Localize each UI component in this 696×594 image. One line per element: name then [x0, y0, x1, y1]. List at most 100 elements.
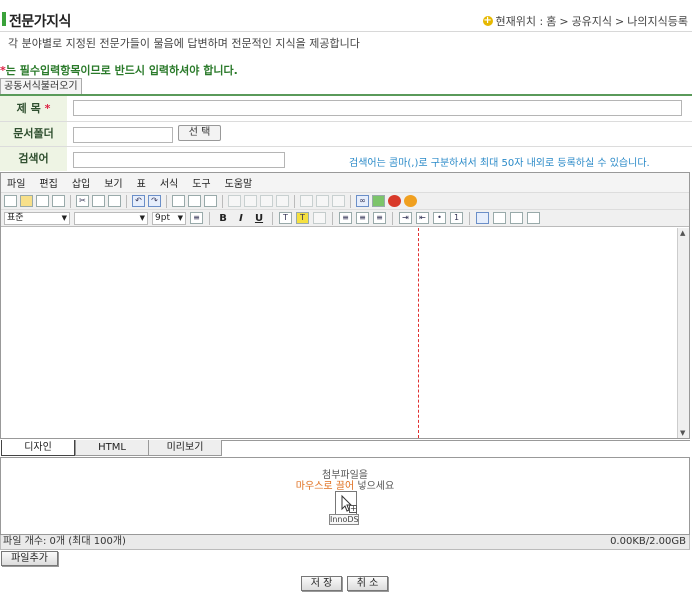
media-icon[interactable]	[204, 195, 217, 207]
title-accent-bar	[2, 12, 6, 26]
form-top-border	[0, 94, 692, 96]
special-char-icon[interactable]	[388, 195, 401, 207]
page-description: 각 분야별로 지정된 전문가들이 물음에 답변하며 전문적인 지식을 제공합니다	[8, 37, 360, 50]
row-icon[interactable]	[260, 195, 273, 207]
menu-help[interactable]: 도움말	[225, 175, 253, 190]
column-icon[interactable]	[276, 195, 289, 207]
outdent-icon[interactable]: ⇤	[416, 212, 429, 224]
required-note-text: 는 필수입력항목이므로 반드시 입력하셔야 합니다.	[5, 64, 238, 77]
cell-icon[interactable]	[244, 195, 257, 207]
print-icon[interactable]	[52, 195, 65, 207]
tab-design[interactable]: 디자인	[1, 440, 75, 456]
menu-table[interactable]: 표	[137, 175, 146, 190]
cell-props-icon[interactable]	[332, 195, 345, 207]
add-plus-icon: +	[349, 504, 357, 513]
menu-edit[interactable]: 편집	[39, 175, 57, 190]
editor-content-area[interactable]	[1, 228, 677, 438]
redo-icon[interactable]: ↷	[148, 195, 161, 207]
menu-format[interactable]: 서식	[160, 175, 178, 190]
split-icon[interactable]	[316, 195, 329, 207]
file-status-bar: 파일 개수: 0개 (최대 100개) 0.00KB/2.00GB	[0, 535, 690, 550]
innods-label: InnoDS	[329, 514, 359, 525]
menu-insert[interactable]: 삽입	[72, 175, 90, 190]
menu-file[interactable]: 파일	[7, 175, 25, 190]
bold-icon[interactable]: B	[216, 213, 230, 224]
eraser-icon[interactable]	[313, 212, 326, 224]
menu-view[interactable]: 보기	[104, 175, 122, 190]
size-select[interactable]: 9pt ▼	[152, 211, 186, 225]
toolbar-separator	[294, 194, 295, 208]
bullet-list-icon[interactable]: •	[433, 212, 446, 224]
breadcrumb-item-shared[interactable]: 공유지식	[572, 13, 612, 29]
editor-toolbar-format: 표준 ▼ ▼ 9pt ▼ ≡ B I U T T ≡ ≡ ≡ ⇥ ⇤ • 1	[1, 209, 689, 227]
find-icon[interactable]	[172, 195, 185, 207]
menu-tools[interactable]: 도구	[192, 175, 210, 190]
tab-preview[interactable]: 미리보기	[148, 440, 222, 456]
table-insert-icon[interactable]	[228, 195, 241, 207]
breadcrumb-prefix: 현재위치 :	[495, 15, 544, 28]
file-count: 파일 개수: 0개 (최대 100개)	[3, 536, 126, 547]
toolbar-separator	[272, 211, 273, 225]
title-input[interactable]	[73, 100, 682, 116]
size-select-value: 9pt	[155, 212, 170, 223]
toolbar-separator	[392, 211, 393, 225]
bookmark-icon[interactable]	[372, 195, 385, 207]
copy-icon[interactable]	[92, 195, 105, 207]
keyword-label: 검색어	[0, 147, 67, 171]
row-divider	[0, 121, 692, 122]
attach-instruction-2: 마우스로 끌어 넣으세요	[0, 477, 690, 492]
highlight-icon[interactable]: T	[296, 212, 309, 224]
save-icon[interactable]	[36, 195, 49, 207]
folder-input[interactable]	[73, 127, 173, 143]
header-divider	[0, 31, 692, 32]
align-right-icon[interactable]: ≡	[373, 212, 386, 224]
page-break-icon[interactable]	[493, 212, 506, 224]
line-height-icon[interactable]: ≡	[190, 212, 203, 224]
add-file-button[interactable]: 파일추가	[1, 551, 58, 566]
spellcheck-icon[interactable]	[476, 212, 489, 224]
table-icon[interactable]	[510, 212, 523, 224]
align-center-icon[interactable]: ≡	[356, 212, 369, 224]
new-document-icon[interactable]	[4, 195, 17, 207]
tab-baseline	[222, 440, 690, 441]
required-note: *는 필수입력항목이므로 반드시 입력하셔야 합니다.	[0, 62, 238, 78]
text-color-icon[interactable]: T	[279, 212, 292, 224]
cut-icon[interactable]: ✂	[76, 195, 89, 207]
toolbar-separator	[469, 211, 470, 225]
toolbar-separator	[126, 194, 127, 208]
scroll-down-icon[interactable]: ▼	[680, 429, 685, 437]
tab-html[interactable]: HTML	[75, 440, 149, 456]
emoticon-icon[interactable]	[404, 195, 417, 207]
undo-icon[interactable]: ↶	[132, 195, 145, 207]
link-icon[interactable]: ∞	[356, 195, 369, 207]
row-divider	[0, 146, 692, 147]
open-folder-icon[interactable]	[20, 195, 33, 207]
breadcrumb-item-home[interactable]: 홈	[546, 13, 556, 29]
style-select[interactable]: 표준 ▼	[4, 211, 70, 225]
font-select[interactable]: ▼	[74, 211, 148, 225]
keyword-hint: 검색어는 콤마(,)로 구분하셔서 최대 50자 내외로 등록하실 수 있습니다…	[349, 158, 650, 169]
title-label-text: 제 목	[16, 102, 41, 115]
editor-scrollbar[interactable]: ▲ ▼	[677, 228, 689, 438]
required-star: *	[44, 102, 51, 115]
italic-icon[interactable]: I	[234, 213, 248, 224]
save-button[interactable]: 저 장	[301, 576, 342, 591]
merge-icon[interactable]	[300, 195, 313, 207]
breadcrumb-item-current: 나의지식등록	[627, 15, 688, 28]
paste-icon[interactable]	[108, 195, 121, 207]
number-list-icon[interactable]: 1	[450, 212, 463, 224]
toolbar-separator	[332, 211, 333, 225]
grid-icon[interactable]	[527, 212, 540, 224]
underline-icon[interactable]: U	[252, 213, 266, 224]
toolbar-separator	[350, 194, 351, 208]
breadcrumb: + 현재위치 : 홈 > 공유지식 > 나의지식등록	[482, 13, 688, 29]
indent-icon[interactable]: ⇥	[399, 212, 412, 224]
image-icon[interactable]	[188, 195, 201, 207]
align-left-icon[interactable]: ≡	[339, 212, 352, 224]
template-load-tab[interactable]: 공동서식불러오기	[0, 78, 82, 94]
keyword-input[interactable]	[73, 152, 285, 168]
folder-select-button[interactable]: 선 택	[178, 125, 221, 141]
scroll-up-icon[interactable]: ▲	[680, 229, 685, 237]
cancel-button[interactable]: 취 소	[347, 576, 388, 591]
page-width-guide	[418, 228, 419, 438]
